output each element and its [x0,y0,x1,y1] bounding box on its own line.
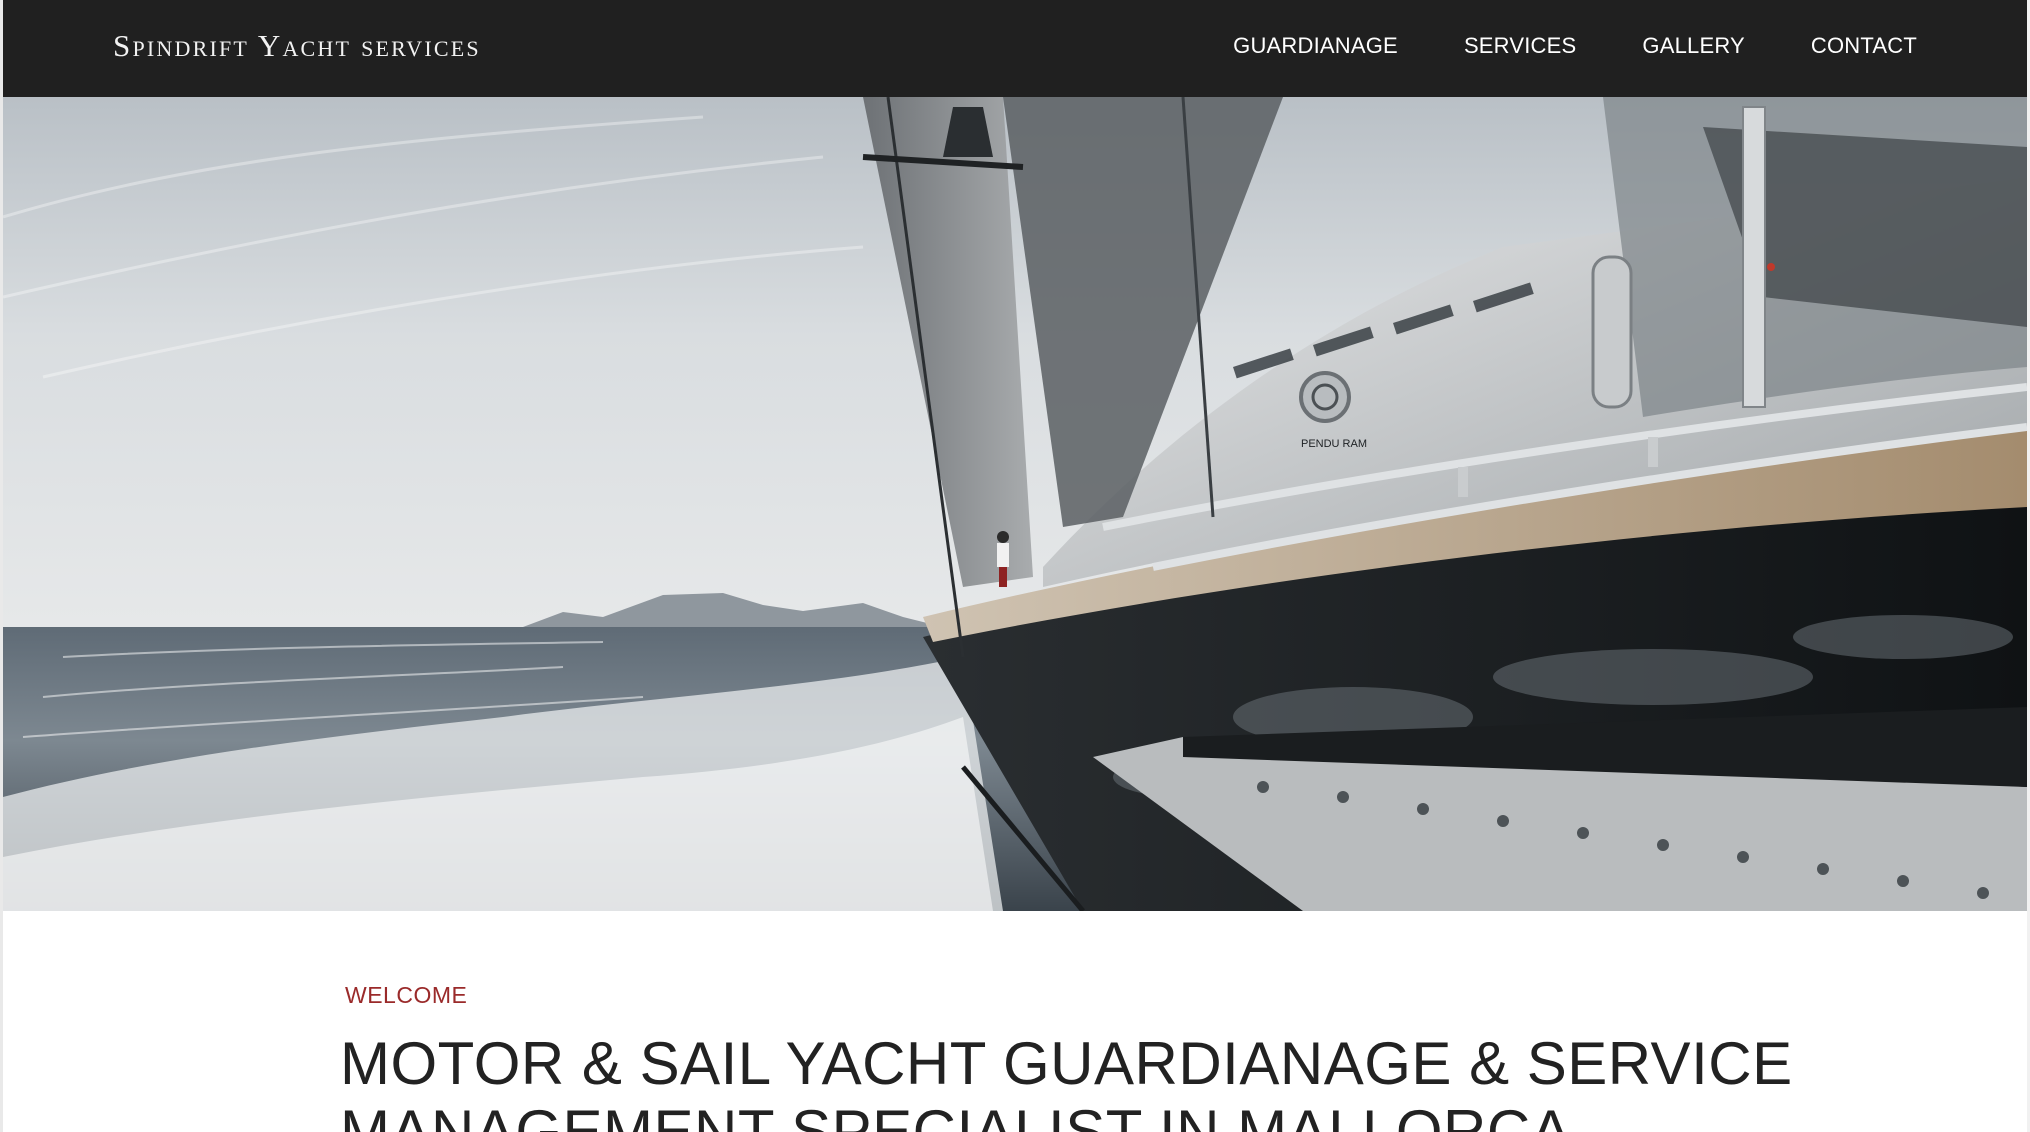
welcome-eyebrow: WELCOME [345,982,468,1008]
nav-guardianage[interactable]: GUARDIANAGE [1233,33,1398,59]
page-left-border [0,0,3,1132]
nav-gallery[interactable]: GALLERY [1642,33,1745,59]
page-headline: MOTOR & SAIL YACHT GUARDIANAGE & SERVICE… [340,1030,1793,1132]
porthole-emblem [1299,371,1351,423]
hull-name-text: PENDU RAM [1301,438,1367,450]
nav-services[interactable]: SERVICES [1464,33,1576,59]
page: Spindrift Yacht services GUARDIANAGE SER… [0,0,2030,1132]
main-nav: GUARDIANAGE SERVICES GALLERY CONTACT [1167,33,1917,59]
brand-logo-text[interactable]: Spindrift Yacht services [113,28,481,64]
nav-contact[interactable]: CONTACT [1811,33,1917,59]
hero-yacht-illustration: PENDU RAM [3,97,2027,911]
hero-image: PENDU RAM [3,97,2027,911]
stanchion [1591,255,1633,409]
site-header: Spindrift Yacht services GUARDIANAGE SER… [3,0,2027,97]
